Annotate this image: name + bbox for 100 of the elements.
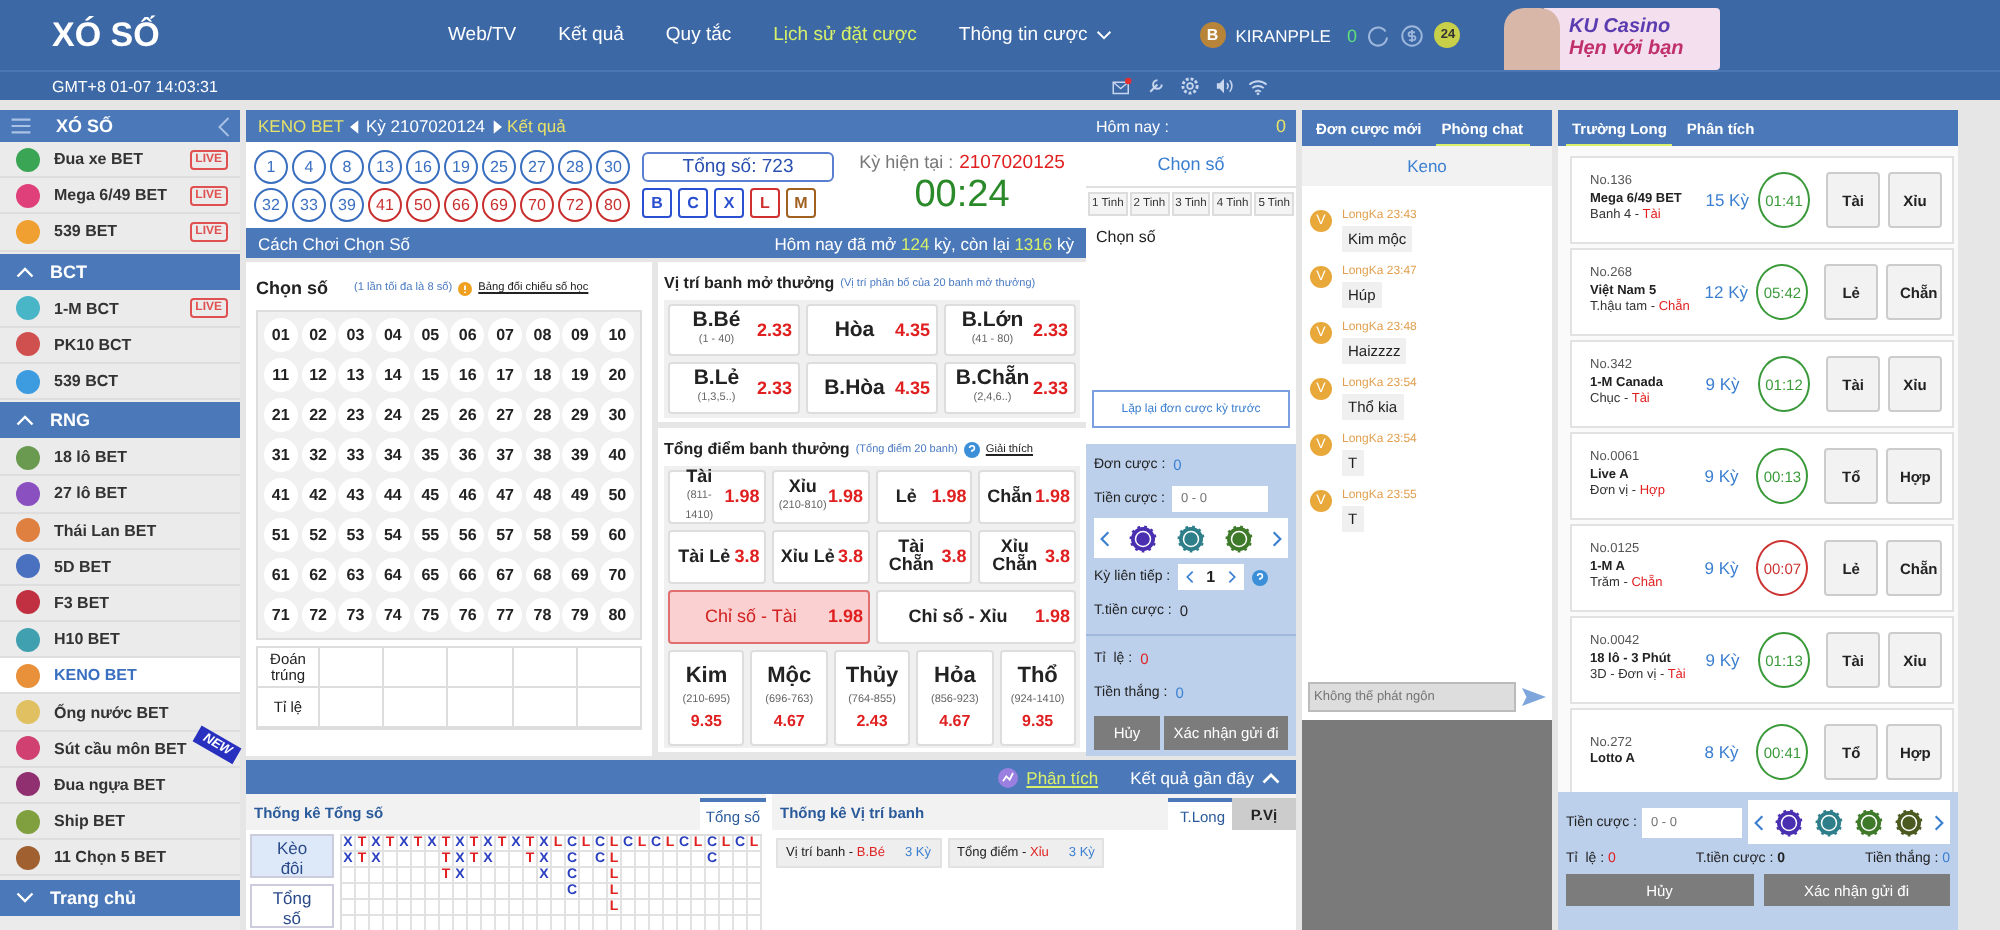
chip-icon[interactable]: [1814, 807, 1845, 837]
number-ball[interactable]: 22: [301, 398, 336, 432]
nav-link[interactable]: Web/TV: [448, 24, 517, 46]
number-ball[interactable]: 16: [450, 358, 485, 392]
chevron-left-icon[interactable]: [1186, 570, 1195, 584]
number-ball[interactable]: 70: [600, 558, 635, 592]
number-ball[interactable]: 40: [600, 438, 635, 472]
number-ball[interactable]: 30: [600, 398, 635, 432]
number-ball[interactable]: 33: [338, 438, 373, 472]
number-ball[interactable]: 72: [301, 598, 336, 632]
number-ball[interactable]: 38: [525, 438, 560, 472]
sidebar-item[interactable]: Ship BET: [0, 804, 240, 841]
number-ball[interactable]: 51: [263, 518, 298, 552]
nav-link[interactable]: Kết quả: [558, 24, 624, 46]
chevron-right-icon[interactable]: [1934, 813, 1944, 831]
number-ball[interactable]: 55: [413, 518, 448, 552]
number-ball[interactable]: 14: [375, 358, 410, 392]
send-icon[interactable]: [1522, 688, 1546, 706]
logo-text[interactable]: XÓ SỐ: [52, 15, 448, 55]
stats-mode-button[interactable]: Tổng số: [250, 884, 334, 928]
number-ball[interactable]: 56: [450, 518, 485, 552]
number-ball[interactable]: 63: [338, 558, 373, 592]
number-ball[interactable]: 34: [375, 438, 410, 472]
number-ball[interactable]: 11: [263, 358, 298, 392]
sidebar-item[interactable]: KENO BET: [0, 658, 240, 695]
number-ball[interactable]: 29: [562, 398, 597, 432]
odds-button[interactable]: Chỉ số - Xỉu 1.98: [875, 589, 1076, 643]
chevron-up-icon[interactable]: [1262, 771, 1280, 783]
number-ball[interactable]: 39: [562, 438, 597, 472]
number-ball[interactable]: 02: [301, 318, 336, 352]
number-ball[interactable]: 28: [525, 398, 560, 432]
nav-link[interactable]: Quy tắc: [665, 24, 732, 46]
chip-icon[interactable]: [1774, 807, 1805, 837]
number-ball[interactable]: 74: [375, 598, 410, 632]
number-ball[interactable]: 57: [488, 518, 523, 552]
number-ball[interactable]: 75: [413, 598, 448, 632]
number-ball[interactable]: 13: [338, 358, 373, 392]
number-ball[interactable]: 04: [375, 318, 410, 352]
group-header[interactable]: RNG: [0, 402, 240, 439]
sidebar-item[interactable]: 11 Chọn 5 BET: [0, 840, 240, 877]
number-ball[interactable]: 73: [338, 598, 373, 632]
number-ball[interactable]: 54: [375, 518, 410, 552]
chevron-left-icon[interactable]: [1754, 813, 1765, 831]
number-ball[interactable]: 66: [450, 558, 485, 592]
number-ball[interactable]: 58: [525, 518, 560, 552]
settings-icon[interactable]: [1180, 76, 1200, 96]
menu-icon[interactable]: [10, 116, 32, 136]
sidebar-item[interactable]: 5D BET: [0, 549, 240, 586]
number-ball[interactable]: 71: [263, 598, 298, 632]
nav-link[interactable]: Thông tin cược: [958, 24, 1112, 46]
number-ball[interactable]: 78: [525, 598, 560, 632]
number-ball[interactable]: 44: [375, 478, 410, 512]
number-ball[interactable]: 21: [263, 398, 298, 432]
speaker-icon[interactable]: [1214, 76, 1234, 96]
number-ball[interactable]: 08: [525, 318, 560, 352]
number-ball[interactable]: 76: [450, 598, 485, 632]
number-ball[interactable]: 35: [413, 438, 448, 472]
odds-button[interactable]: B.Hòa 4.35: [806, 362, 938, 414]
number-ball[interactable]: 43: [338, 478, 373, 512]
coin-icon[interactable]: [1400, 23, 1425, 47]
number-ball[interactable]: 67: [488, 558, 523, 592]
number-ball[interactable]: 32: [301, 438, 336, 472]
number-ball[interactable]: 64: [375, 558, 410, 592]
stats-mode-button[interactable]: Kèo đôi: [250, 834, 334, 878]
number-ball[interactable]: 48: [525, 478, 560, 512]
number-ball[interactable]: 10: [600, 318, 635, 352]
number-ball[interactable]: 42: [301, 478, 336, 512]
sidebar-item[interactable]: F3 BET: [0, 585, 240, 623]
number-ball[interactable]: 60: [600, 518, 635, 552]
number-ball[interactable]: 17: [488, 358, 523, 392]
number-ball[interactable]: 46: [450, 478, 485, 512]
chip-icon[interactable]: [1854, 807, 1885, 837]
number-ball[interactable]: 23: [338, 398, 373, 432]
collapse-icon[interactable]: [218, 115, 230, 137]
odds-button[interactable]: Xỉu Lẻ 3.8: [771, 529, 869, 583]
sidebar-item[interactable]: Đua ngựa BET: [0, 767, 240, 804]
number-ball[interactable]: 53: [338, 518, 373, 552]
nav-link[interactable]: Lịch sử đặt cược: [773, 24, 917, 46]
number-ball[interactable]: 80: [600, 598, 635, 632]
number-ball[interactable]: 68: [525, 558, 560, 592]
wifi-icon[interactable]: [1248, 76, 1268, 96]
number-ball[interactable]: 25: [413, 398, 448, 432]
refresh-icon[interactable]: [1366, 23, 1391, 47]
odds-button[interactable]: Chẵn 1.98: [978, 469, 1076, 523]
number-ball[interactable]: 69: [562, 558, 597, 592]
number-ball[interactable]: 18: [525, 358, 560, 392]
number-ball[interactable]: 49: [562, 478, 597, 512]
number-ball[interactable]: 07: [488, 318, 523, 352]
number-ball[interactable]: 52: [301, 518, 336, 552]
group-header[interactable]: BCT: [0, 253, 240, 290]
home-link[interactable]: Trang chủ: [0, 880, 240, 917]
next-icon[interactable]: [491, 119, 502, 133]
number-ball[interactable]: 37: [488, 438, 523, 472]
sidebar-item[interactable]: 18 lô BET: [0, 440, 240, 477]
odds-button[interactable]: Hòa 4.35: [806, 304, 938, 356]
sidebar-item[interactable]: Ống nước BET: [0, 694, 240, 732]
chip-icon[interactable]: [1894, 807, 1925, 837]
sidebar-item[interactable]: PK10 BCT: [0, 327, 240, 364]
chevron-right-icon[interactable]: [1227, 570, 1236, 584]
number-ball[interactable]: 03: [338, 318, 373, 352]
